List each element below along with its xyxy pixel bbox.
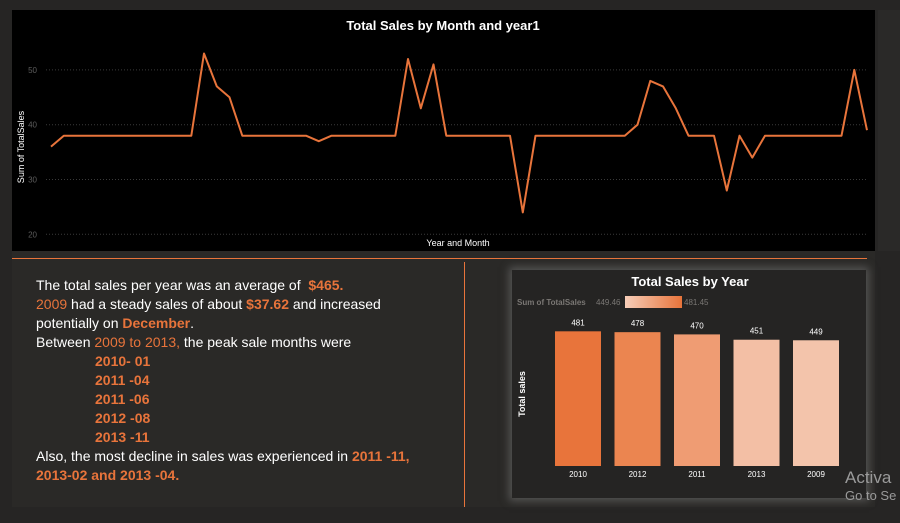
side-strip (878, 10, 900, 251)
bar-value-label: 449 (809, 327, 823, 336)
narrative-line-1: The total sales per year was an average … (36, 276, 456, 295)
bar-chart-card: Total Sales by Year Sum of TotalSales 44… (512, 270, 866, 498)
bar-category-label: 2009 (807, 470, 825, 479)
bar-category-label: 2013 (748, 470, 766, 479)
narrative-line-11: 2013-02 and 2013 -04. (36, 467, 180, 483)
peak-month-item: 2010- 01 (95, 353, 151, 369)
legend-min: 449.46 (596, 298, 621, 307)
bar-2011[interactable] (674, 334, 720, 466)
narrative-text: The total sales per year was an average … (36, 277, 301, 293)
peak-month-item: 2011 -04 (95, 372, 150, 388)
narrative-text: potentially on (36, 315, 123, 331)
bar-category-label: 2012 (629, 470, 647, 479)
narrative-text: and increased (289, 296, 381, 312)
narrative-text: Between (36, 334, 95, 350)
line-chart-panel: Total Sales by Month and year1 20 30 40 50 … (12, 10, 875, 251)
narrative-line-4: Between 2009 to 2013, the peak sale mont… (36, 333, 456, 352)
line-chart-title: Total Sales by Month and year1 (346, 18, 539, 33)
decline-month: 2011 -11, (351, 448, 410, 464)
steady-sales-value: $37.62 (246, 296, 289, 312)
horizontal-divider (12, 258, 867, 259)
line-chart: Total Sales by Month and year1 20304050 … (16, 18, 868, 248)
line-chart-xlabel: Year and Month (426, 238, 489, 248)
watermark-line: Activa (845, 468, 892, 487)
bar-chart-ylabel: Total sales (517, 371, 527, 417)
narrative-text: had a steady sales of about (67, 296, 247, 312)
y-tick-label: 30 (28, 176, 37, 185)
y-tick-label: 50 (28, 66, 37, 75)
peak-month-item: 2012 -08 (95, 410, 151, 426)
narrative-text: . (190, 315, 194, 331)
year-range: 2009 to 2013, (94, 334, 181, 350)
legend-gradient-bar (625, 296, 682, 308)
sales-line-series (50, 52, 868, 214)
bar-value-label: 481 (571, 318, 585, 327)
narrative-line-2: 2009 had a steady sales of about $37.62 … (36, 295, 456, 314)
bar-2009[interactable] (793, 340, 839, 466)
bar-value-label: 451 (750, 327, 764, 336)
line-chart-ylabel: Sum of TotalSales (16, 110, 26, 183)
y-tick-label: 40 (28, 121, 37, 130)
bar-category-label: 2011 (688, 470, 706, 479)
peak-month-item: 2011 -06 (95, 391, 150, 407)
bar-chart: Total Sales by Year Sum of TotalSales 44… (517, 274, 839, 479)
peak-month-item: 2013 -11 (95, 429, 150, 445)
narrative-text: Also, the most decline in sales was expe… (36, 448, 352, 464)
narrative-line-10: Also, the most decline in sales was expe… (36, 447, 456, 466)
bar-2010[interactable] (555, 331, 601, 466)
y-tick-label: 20 (28, 230, 37, 239)
watermark-line: Go to Se (845, 488, 897, 503)
bar-value-label: 470 (690, 321, 704, 330)
bar-category-label: 2010 (569, 470, 587, 479)
activation-watermark: Activa Go to Se (845, 468, 896, 504)
vertical-divider (464, 262, 465, 507)
average-sales-value: $465. (308, 277, 344, 293)
peak-month: December (122, 315, 191, 331)
sales-narrative: The total sales per year was an average … (36, 276, 456, 485)
year-2009: 2009 (36, 296, 68, 312)
legend-max: 481.45 (684, 298, 709, 307)
bar-value-label: 478 (631, 319, 645, 328)
narrative-line-3: potentially on December. (36, 314, 456, 333)
bar-chart-title: Total Sales by Year (631, 274, 748, 289)
legend-label: Sum of TotalSales (517, 298, 586, 307)
narrative-text: the peak sale months were (180, 334, 352, 350)
bar-2012[interactable] (614, 332, 661, 466)
bar-2013[interactable] (733, 339, 780, 466)
